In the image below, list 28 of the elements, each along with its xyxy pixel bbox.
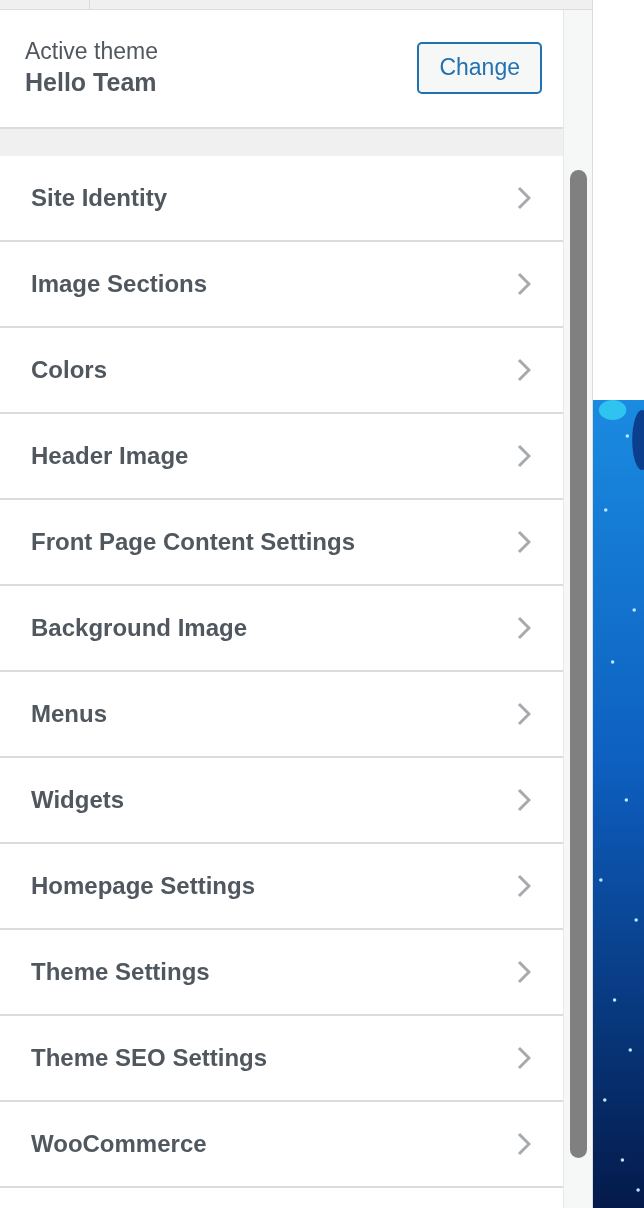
section-item[interactable]: Header Image xyxy=(0,414,563,500)
section-item[interactable]: Image Sections xyxy=(0,242,563,328)
section-item[interactable]: Background Image xyxy=(0,586,563,672)
chevron-icon xyxy=(517,358,531,382)
chevron-icon xyxy=(517,1046,531,1070)
section-item[interactable]: Theme Settings xyxy=(0,930,563,1016)
chevron-icon xyxy=(517,186,531,210)
chevron-icon xyxy=(517,874,531,898)
chevron-icon xyxy=(517,616,531,640)
chevron-icon xyxy=(517,272,531,296)
section-item[interactable]: Site Identity xyxy=(0,156,563,242)
section-item[interactable]: Colors xyxy=(0,328,563,414)
section-item[interactable]: Homepage Settings xyxy=(0,844,563,930)
active-theme-label: Active theme xyxy=(25,38,158,66)
chevron-icon xyxy=(517,530,531,554)
section-item[interactable]: Front Page Content Settings xyxy=(0,500,563,586)
chevron-icon xyxy=(517,960,531,984)
change-button[interactable]: Change xyxy=(417,42,542,95)
scrollbar-thumb[interactable] xyxy=(569,170,587,1158)
chevron-icon xyxy=(517,788,531,812)
section-item[interactable]: Theme SEO Settings xyxy=(0,1016,563,1102)
section-item[interactable]: Widgets xyxy=(0,758,563,844)
section-item[interactable]: Menus xyxy=(0,672,563,758)
section-item[interactable]: WooCommerce xyxy=(0,1102,563,1188)
theme-name: Hello Team xyxy=(25,66,158,98)
chevron-icon xyxy=(517,1132,531,1156)
chevron-icon xyxy=(517,702,531,726)
chevron-icon xyxy=(517,444,531,468)
